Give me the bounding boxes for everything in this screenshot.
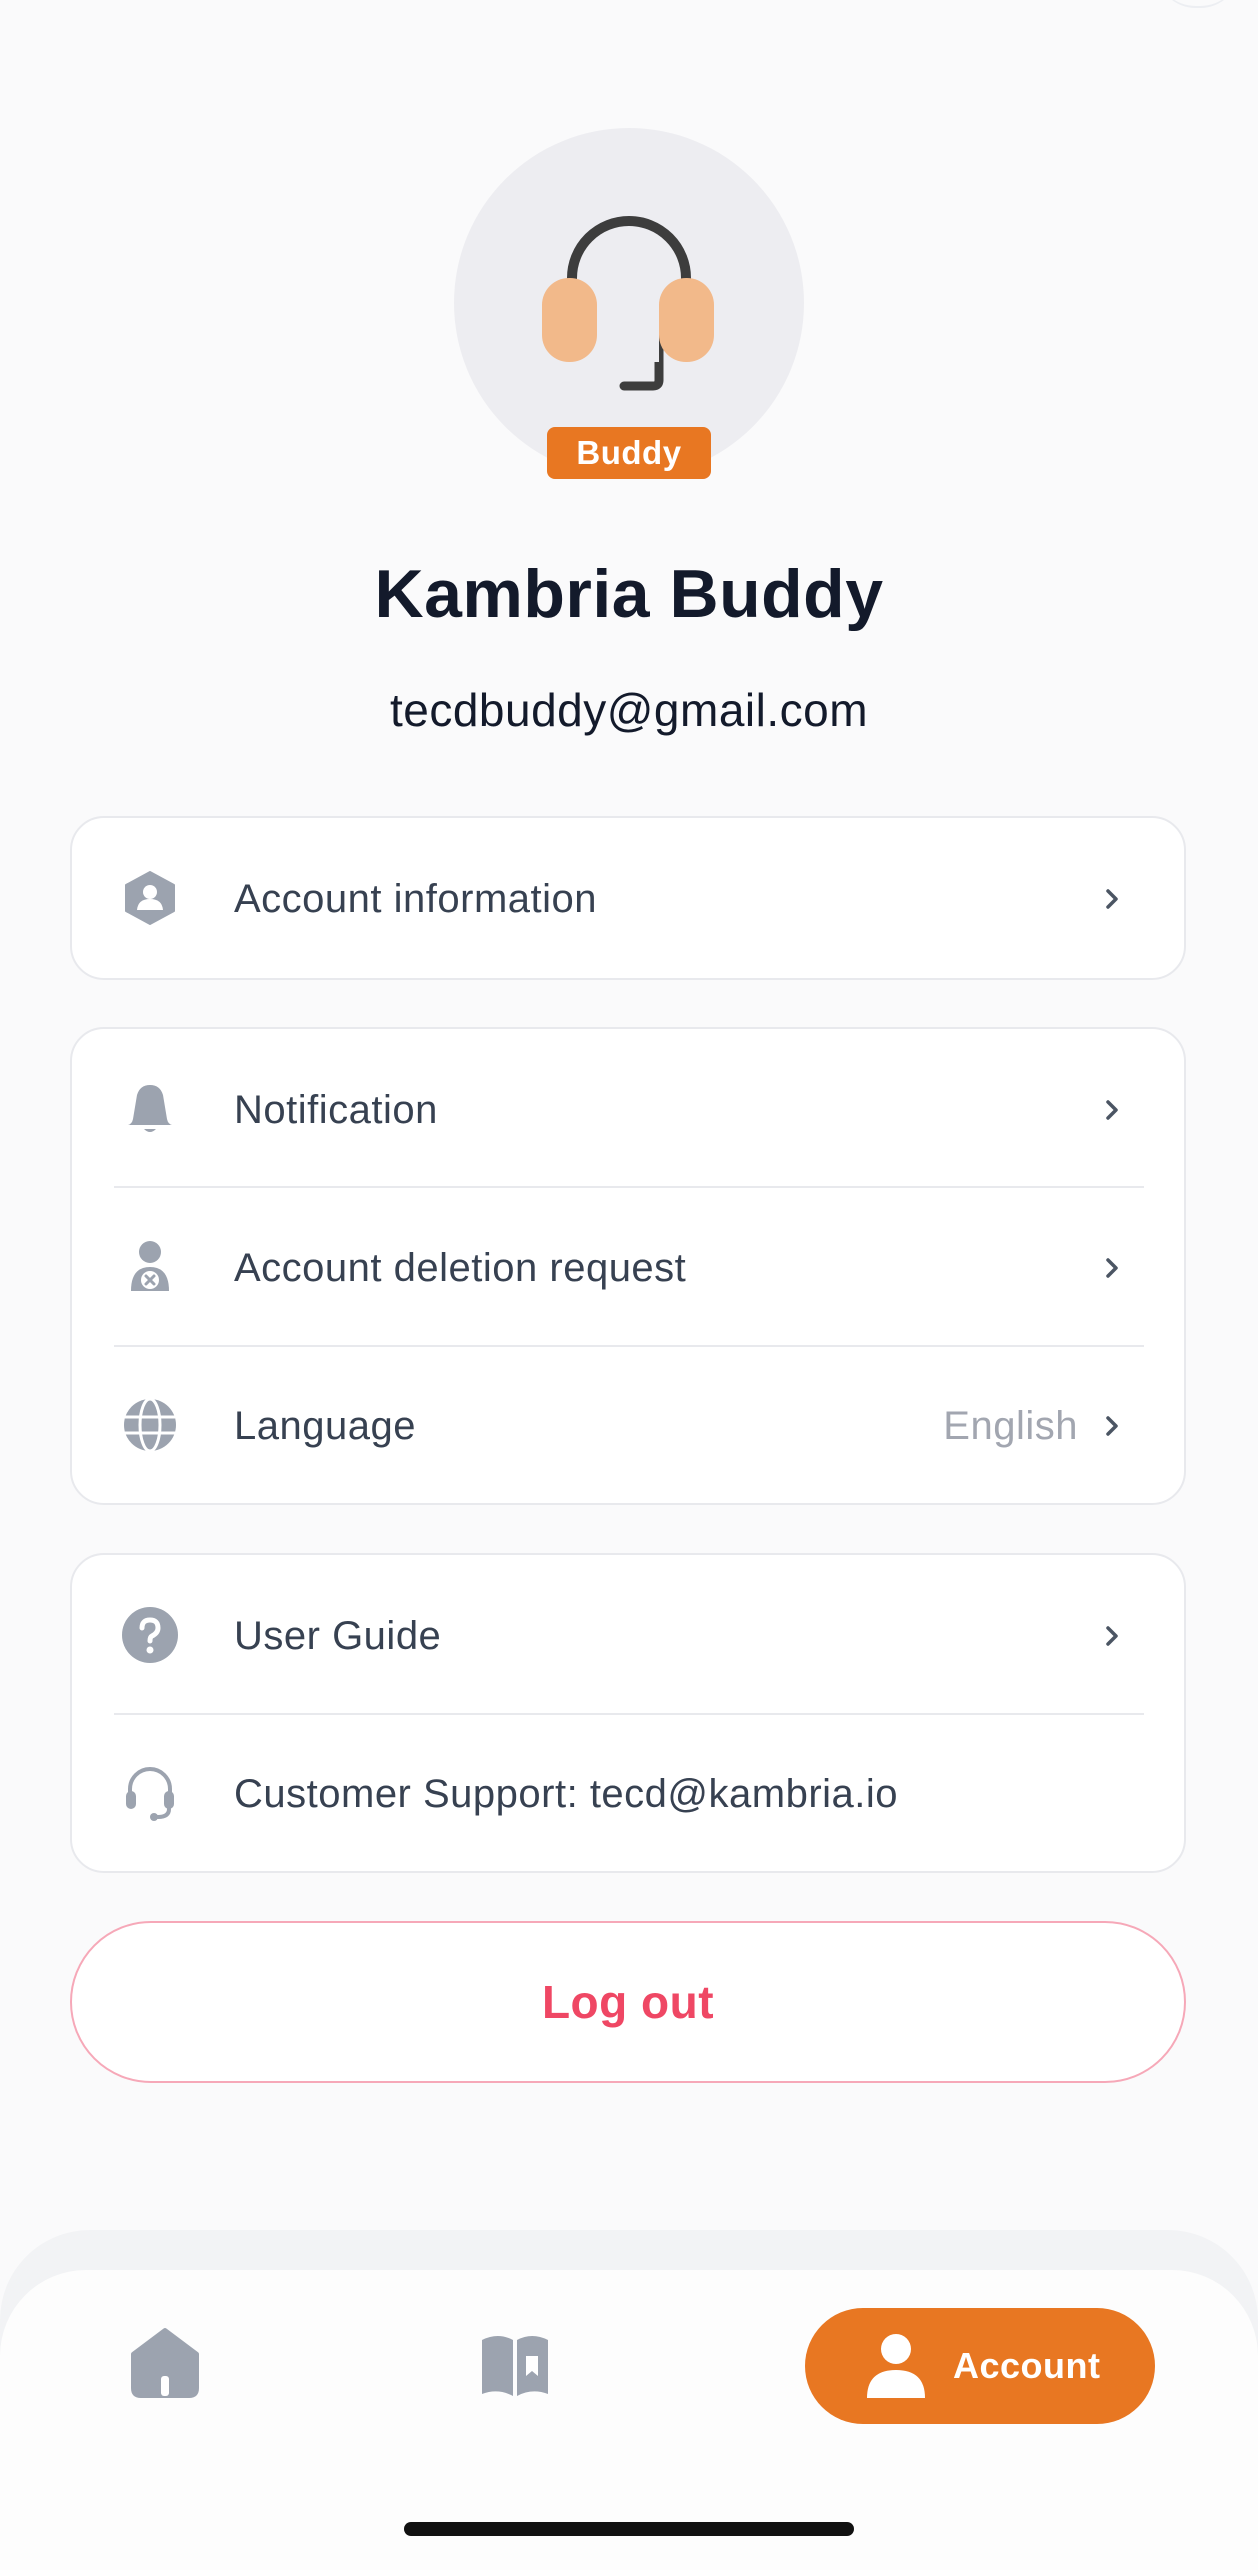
chevron-right-icon	[1106, 1626, 1118, 1646]
divider	[114, 1186, 1144, 1188]
home-icon[interactable]	[126, 2324, 204, 2402]
customer-support-label: Customer Support: tecd@kambria.io	[234, 1772, 899, 1816]
globe-icon	[124, 1397, 176, 1453]
account-card: Account information	[70, 816, 1186, 980]
account-information-row[interactable]: Account information	[72, 820, 1184, 978]
profile-name: Kambria Buddy	[374, 556, 884, 632]
notification-row[interactable]: Notification	[72, 1031, 1184, 1189]
role-badge: Buddy	[547, 427, 711, 479]
chevron-right-icon	[1106, 889, 1118, 909]
top-decoration	[1156, 0, 1240, 8]
settings-card: Notification Account deletion request La…	[70, 1027, 1186, 1505]
chevron-right-icon	[1106, 1100, 1118, 1120]
logout-button[interactable]: Log out	[70, 1921, 1186, 2083]
question-circle-icon	[122, 1607, 178, 1663]
user-remove-icon	[131, 1241, 169, 1291]
account-deletion-label: Account deletion request	[234, 1246, 687, 1290]
user-guide-label: User Guide	[234, 1614, 442, 1658]
support-card: User Guide Customer Support: tecd@kambri…	[70, 1553, 1186, 1873]
user-icon	[867, 2334, 925, 2398]
bell-icon	[128, 1085, 172, 1132]
headset-icon	[126, 1767, 174, 1821]
customer-support-row[interactable]: Customer Support: tecd@kambria.io	[72, 1715, 1184, 1873]
nav-account-tab[interactable]: Account	[805, 2308, 1155, 2424]
notification-label: Notification	[234, 1088, 438, 1132]
account-deletion-row[interactable]: Account deletion request	[72, 1189, 1184, 1347]
book-icon[interactable]	[476, 2324, 554, 2402]
language-row[interactable]: Language English	[72, 1347, 1184, 1505]
nav-account-label: Account	[953, 2345, 1101, 2386]
chevron-right-icon	[1106, 1258, 1118, 1278]
user-shield-icon	[125, 871, 175, 925]
user-guide-row[interactable]: User Guide	[72, 1557, 1184, 1715]
avatar	[454, 128, 804, 478]
account-information-label: Account information	[234, 877, 598, 921]
home-indicator	[404, 2522, 854, 2536]
profile-email: tecdbuddy@gmail.com	[389, 684, 869, 736]
headset-icon	[542, 216, 714, 391]
language-label: Language	[234, 1404, 416, 1448]
language-value: English	[943, 1404, 1078, 1448]
chevron-right-icon	[1106, 1416, 1118, 1436]
